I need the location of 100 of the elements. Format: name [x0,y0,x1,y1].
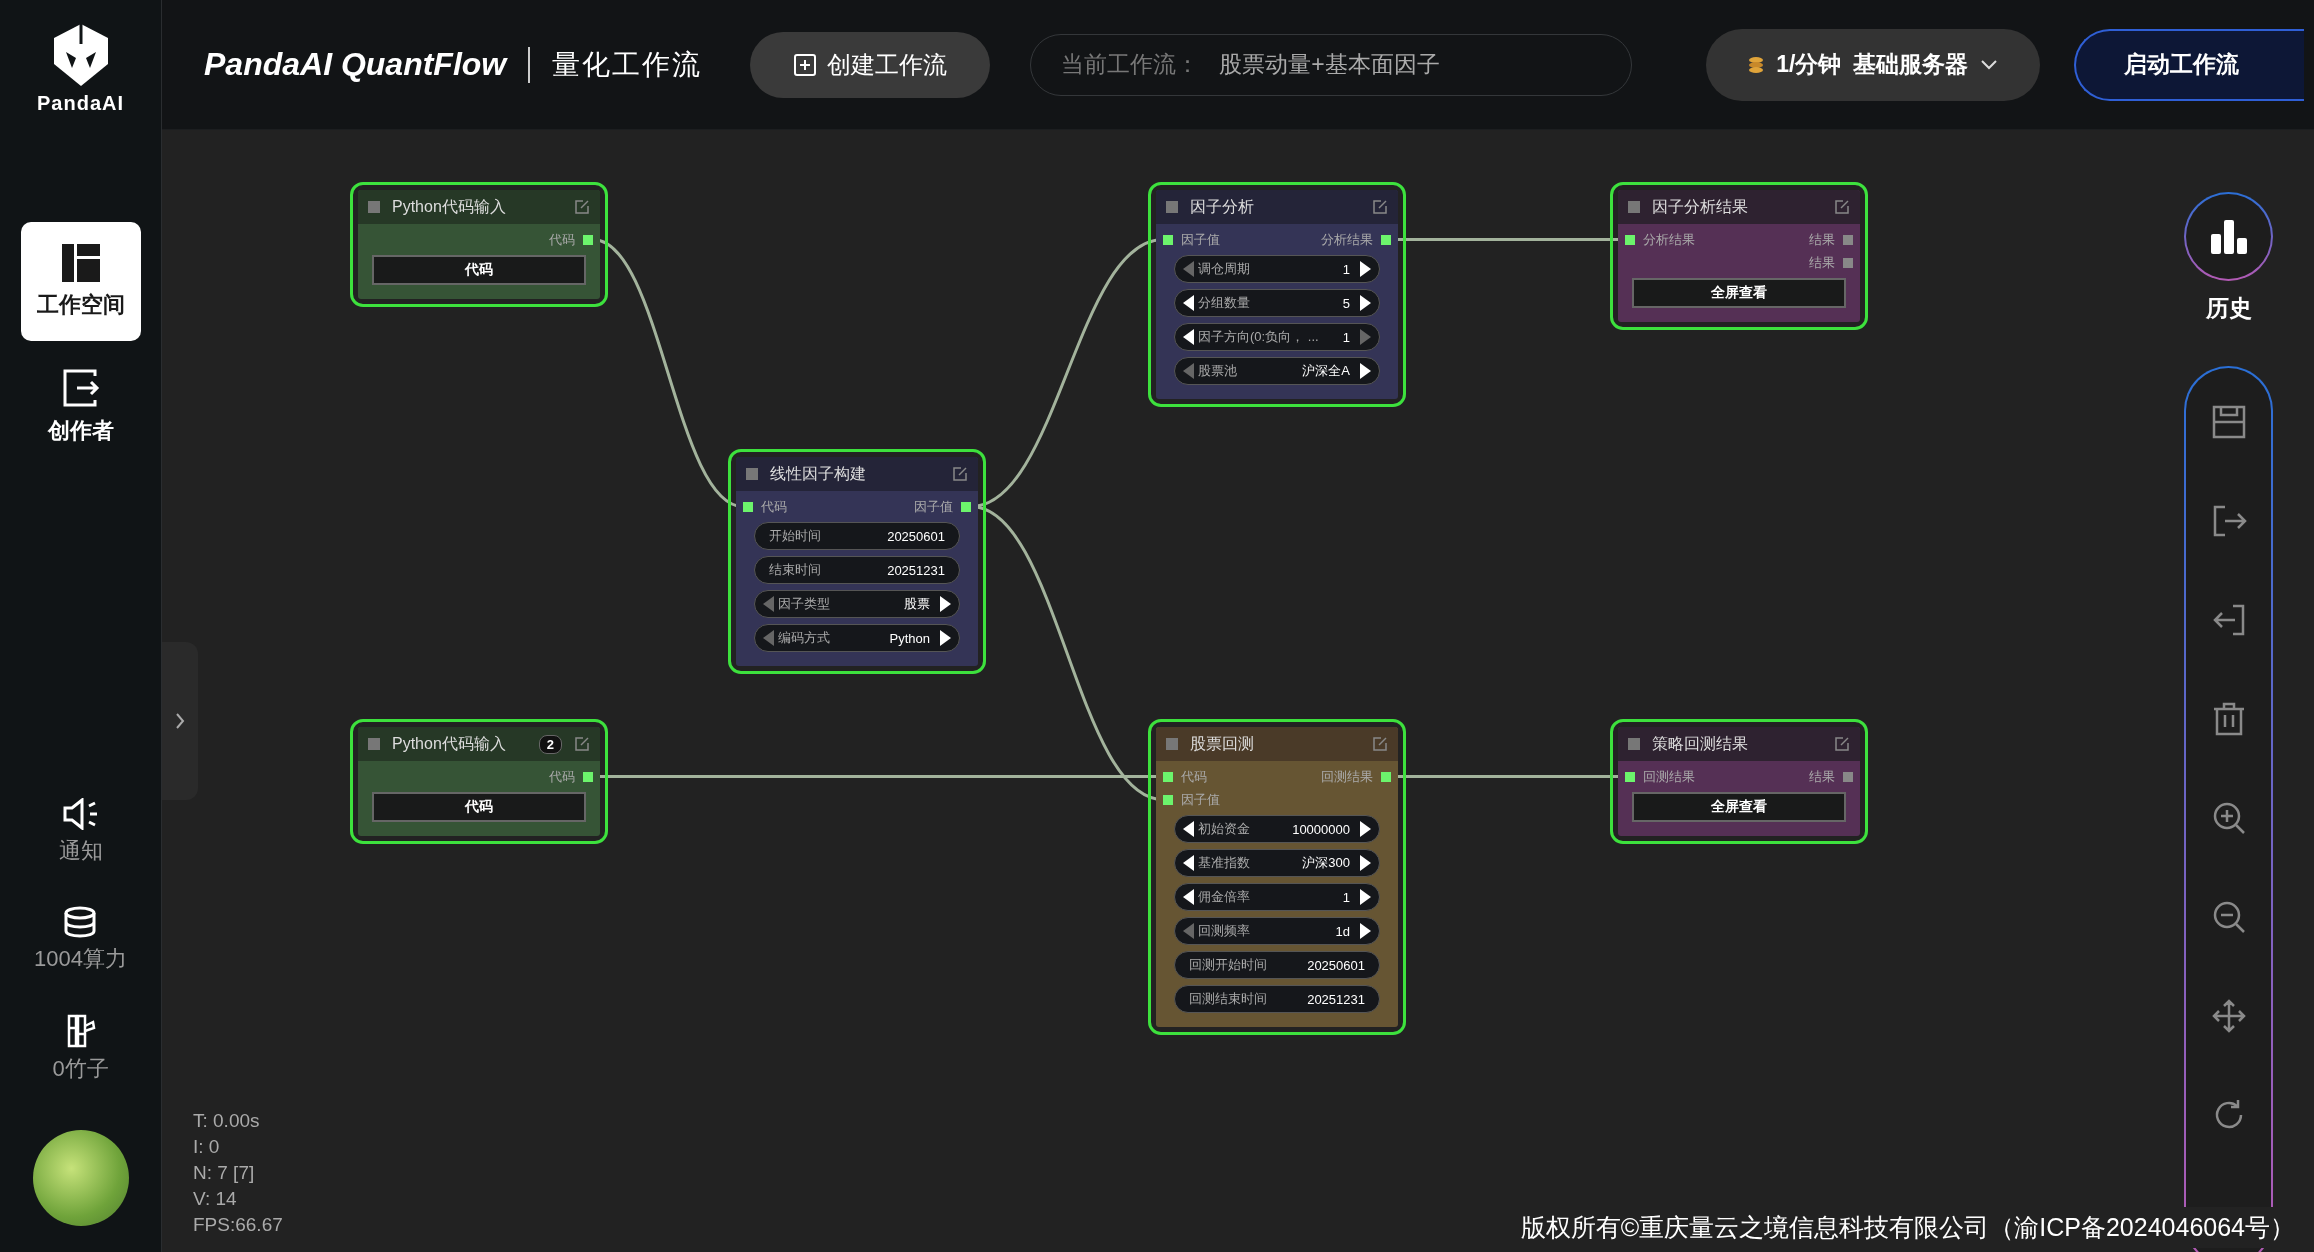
left-arrow-icon[interactable] [1183,295,1194,311]
edit-icon[interactable] [952,466,968,482]
coin-stack-icon [63,906,98,938]
coin-icon [1748,54,1765,75]
right-arrow-icon[interactable] [940,630,951,646]
stat-text: FPS:66.67 [193,1213,283,1237]
bar-chart-icon [2210,219,2247,254]
count-badge: 2 [538,734,562,754]
start-workflow-button[interactable]: 启动工作流 [2074,28,2305,101]
logo-text: PandaAI [37,92,124,115]
node-card[interactable]: 因子分析结果 分析结果 结果 结果 全屏查看 [1610,182,1868,330]
port-label: 代码 [761,497,787,516]
collapse-toggle[interactable] [746,468,758,480]
stat-text: I: 0 [193,1135,221,1159]
server-dropdown[interactable]: 1/分钟 基础服务器 [1706,28,2041,101]
left-arrow-icon[interactable] [1183,821,1194,837]
node-title: 策略回测结果 [1652,733,1748,754]
port-label: 因子值 [1181,790,1220,809]
right-arrow-icon[interactable] [1360,889,1371,905]
history-label: 历史 [2205,294,2252,323]
parameter-field[interactable]: 因子方向(0:负向， ... 1 [1174,323,1380,351]
node-card[interactable]: Python代码输入 代码 代码 [350,182,608,307]
bamboo-icon [65,1014,96,1048]
node-button[interactable]: 全屏查看 [1632,278,1846,308]
parameter-field[interactable]: 调仓周期 1 [1174,255,1380,283]
edit-icon[interactable] [1834,736,1850,752]
parameter-field[interactable]: 因子类型 股票 [754,590,960,618]
node-card[interactable]: 因子分析 因子值 分析结果 调仓周期 1 分组数量 5 因子方向(0:负向， ... 1 股票池 沪深全A [1148,182,1406,407]
port-label: 因子值 [1181,230,1220,249]
parameter-field[interactable]: 回测频率 1d [1174,917,1380,945]
stat-text: V: 14 [193,1187,238,1211]
sidebar-item[interactable]: 创作者 [20,347,141,466]
sidebar-item[interactable]: 0竹子 [52,1014,109,1084]
port-label: 代码 [549,230,575,249]
layout-icon [61,243,100,282]
node-button[interactable]: 代码 [372,792,586,822]
save-icon[interactable] [2210,404,2247,440]
port-label: 结果 [1809,767,1835,786]
parameter-field[interactable]: 分组数量 5 [1174,289,1380,317]
plus-icon [793,52,818,77]
node-card[interactable]: Python代码输入 2 代码 代码 [350,719,608,844]
node-title: 股票回测 [1190,733,1254,754]
port-label: 回测结果 [1321,767,1373,786]
edit-icon[interactable] [1372,199,1388,215]
right-arrow-icon[interactable] [1360,923,1371,939]
edit-icon[interactable] [1834,199,1850,215]
right-arrow-icon[interactable] [940,596,951,612]
node-title: 因子分析结果 [1652,196,1748,217]
parameter-field[interactable]: 回测开始时间 20250601 [1174,951,1380,979]
port-label: 结果 [1809,230,1835,249]
parameter-field[interactable]: 开始时间 20250601 [754,522,960,550]
left-arrow-icon[interactable] [1183,855,1194,871]
edit-icon[interactable] [1372,736,1388,752]
edit-icon[interactable] [574,199,590,215]
port-label: 代码 [1181,767,1207,786]
node-card[interactable]: 股票回测 代码 回测结果 因子值 初始资金 10000000 基准指数 沪深300 佣金倍率 1 回测频率 1d 回测开始时间 20250601 回测结束时间 20251231 [1148,719,1406,1035]
collapse-toggle[interactable] [1628,201,1640,213]
collapse-toggle[interactable] [368,738,380,750]
node-button[interactable]: 全屏查看 [1632,792,1846,822]
parameter-field[interactable]: 基准指数 沪深300 [1174,849,1380,877]
left-arrow-icon[interactable] [1183,329,1194,345]
sidebar-item[interactable]: 1004算力 [34,906,127,974]
app-title: PandaAI QuantFlow [204,46,507,83]
node-title: 线性因子构建 [770,463,866,484]
node-button[interactable]: 代码 [372,255,586,285]
parameter-field[interactable]: 编码方式 Python [754,624,960,652]
parameter-field[interactable]: 佣金倍率 1 [1174,883,1380,911]
node-title: 因子分析 [1190,196,1254,217]
collapse-toggle[interactable] [1166,201,1178,213]
move-icon[interactable] [2210,998,2247,1034]
collapse-toggle[interactable] [1166,738,1178,750]
right-arrow-icon[interactable] [1360,821,1371,837]
app-subtitle: 量化工作流 [552,47,703,82]
edit-icon[interactable] [574,736,590,752]
port-label: 分析结果 [1643,230,1695,249]
port-label: 代码 [549,767,575,786]
stat-text: N: 7 [7] [193,1161,256,1185]
sidebar-item[interactable]: 工作空间 [20,222,141,341]
left-arrow-icon[interactable] [1183,889,1194,905]
right-arrow-icon[interactable] [1360,855,1371,871]
speaker-icon [61,798,100,830]
node-card[interactable]: 线性因子构建 代码 因子值 开始时间 20250601 结束时间 20251231 因子类型 股票 编码方式 Python [728,449,986,674]
node-card[interactable]: 策略回测结果 回测结果 结果 全屏查看 [1610,719,1868,844]
port-label: 回测结果 [1643,767,1695,786]
node-title: Python代码输入 [392,733,506,754]
collapse-toggle[interactable] [368,201,380,213]
port-label: 分析结果 [1321,230,1373,249]
port-label: 因子值 [914,497,953,516]
right-arrow-icon[interactable] [1360,295,1371,311]
right-arrow-icon[interactable] [1360,261,1371,277]
stat-text: T: 0.00s [193,1109,261,1133]
parameter-field[interactable]: 股票池 沪深全A [1174,357,1380,385]
port-label: 结果 [1809,253,1835,272]
parameter-field[interactable]: 结束时间 20251231 [754,556,960,584]
collapse-toggle[interactable] [1628,738,1640,750]
parameter-field[interactable]: 回测结束时间 20251231 [1174,985,1380,1013]
create-workflow-button[interactable]: 创建工作流 [750,31,991,98]
sidebar-item[interactable]: 通知 [58,798,103,866]
right-arrow-icon[interactable] [1360,363,1371,379]
parameter-field[interactable]: 初始资金 10000000 [1174,815,1380,843]
